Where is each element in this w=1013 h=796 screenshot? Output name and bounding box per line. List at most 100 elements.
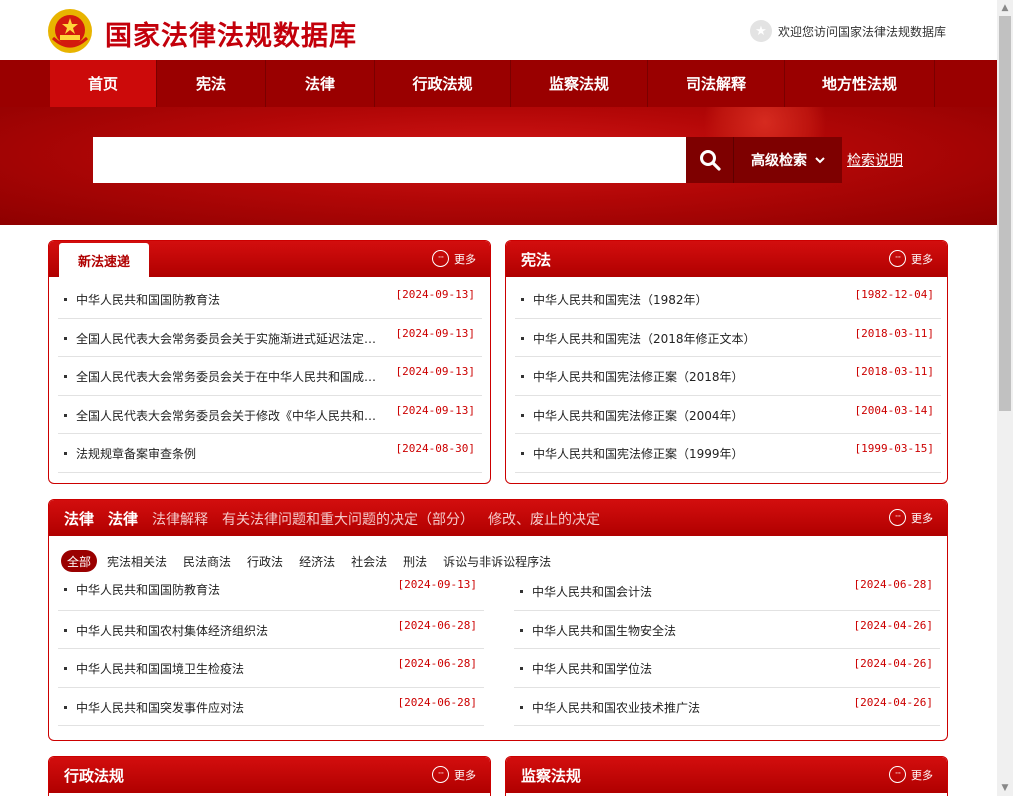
more-link[interactable]: ··· 更多	[432, 250, 476, 267]
scroll-thumb[interactable]	[999, 16, 1011, 411]
new-laws-list: 中华人民共和国国防教育法 [2024-09-13] 全国人民代表大会常务委员会关于…	[58, 280, 482, 473]
item-date: [2024-08-30]	[395, 442, 475, 455]
category-criminal[interactable]: 刑法	[397, 550, 433, 572]
category-civil-commercial[interactable]: 民法商法	[177, 550, 237, 572]
more-label: 更多	[454, 768, 476, 782]
list-item[interactable]: 中华人民共和国国防教育法 [2024-09-13]	[58, 572, 484, 611]
item-title[interactable]: 中华人民共和国宪法修正案（2004年）	[533, 407, 744, 424]
list-item[interactable]: 中华人民共和国宪法修正案（1999年） [1999-03-15]	[515, 434, 941, 473]
new-laws-panel: 新法速递 ··· 更多 中华人民共和国国防教育法 [2024-09-13] 全国人…	[48, 240, 491, 484]
nav-item-judicial-interpretation[interactable]: 司法解释	[648, 60, 785, 107]
item-title[interactable]: 中华人民共和国农村集体经济组织法	[76, 622, 268, 639]
category-constitutional[interactable]: 宪法相关法	[101, 550, 173, 572]
item-title[interactable]: 法规规章备案审查条例	[76, 445, 381, 462]
item-date: [2024-04-26]	[853, 657, 933, 670]
list-item[interactable]: 中华人民共和国国境卫生检疫法 [2024-06-28]	[58, 649, 484, 688]
item-title[interactable]: 中华人民共和国突发事件应对法	[76, 699, 244, 716]
tab-major-decisions[interactable]: 有关法律问题和重大问题的决定（部分）	[222, 509, 474, 529]
list-item[interactable]: 中华人民共和国会计法 [2024-06-28]	[514, 572, 940, 611]
search-banner: 高级检索 检索说明	[0, 107, 997, 225]
category-administrative[interactable]: 行政法	[241, 550, 289, 572]
list-item[interactable]: 全国人民代表大会常务委员会关于实施渐进式延迟法定… [2024-09-13]	[58, 319, 482, 357]
category-economic[interactable]: 经济法	[293, 550, 341, 572]
laws-list-right: 中华人民共和国会计法 [2024-06-28] 中华人民共和国生物安全法 [2024…	[514, 572, 940, 726]
item-title[interactable]: 中华人民共和国国境卫生检疫法	[76, 660, 244, 677]
national-emblem-icon[interactable]	[47, 8, 93, 54]
item-title[interactable]: 中华人民共和国学位法	[532, 660, 652, 677]
list-item[interactable]: 全国人民代表大会常务委员会关于在中华人民共和国成… [2024-09-13]	[58, 357, 482, 396]
tab-laws[interactable]: 法律	[108, 508, 138, 529]
item-date: [2024-09-13]	[395, 403, 475, 417]
tab-law-interpretation[interactable]: 法律解释	[152, 509, 208, 529]
more-link[interactable]: ··· 更多	[432, 766, 476, 783]
panel-title[interactable]: 宪法	[521, 249, 551, 270]
panel-header: 监察法规 ··· 更多	[506, 757, 947, 793]
item-title[interactable]: 中华人民共和国国防教育法	[76, 581, 220, 598]
item-title[interactable]: 全国人民代表大会常务委员会关于在中华人民共和国成…	[76, 368, 381, 385]
item-date: [1982-12-04]	[854, 288, 934, 301]
category-social[interactable]: 社会法	[345, 550, 393, 572]
constitution-panel: 宪法 ··· 更多 中华人民共和国宪法（1982年） [1982-12-04] 中…	[505, 240, 948, 484]
item-title[interactable]: 中华人民共和国宪法修正案（1999年）	[533, 445, 744, 462]
nav-item-supervision-regs[interactable]: 监察法规	[511, 60, 648, 107]
list-item[interactable]: 中华人民共和国国防教育法 [2024-09-13]	[58, 280, 482, 319]
list-item[interactable]: 中华人民共和国农村集体经济组织法 [2024-06-28]	[58, 611, 484, 649]
item-title[interactable]: 中华人民共和国宪法（2018年修正文本）	[533, 330, 756, 347]
laws-panel: 法律 法律 法律解释 有关法律问题和重大问题的决定（部分） 修改、废止的决定 ·…	[48, 499, 948, 741]
more-link[interactable]: ··· 更多	[889, 509, 933, 526]
list-item[interactable]: 中华人民共和国宪法修正案（2004年） [2004-03-14]	[515, 396, 941, 434]
advanced-search-label: 高级检索	[751, 153, 807, 169]
search-help-link[interactable]: 检索说明	[847, 150, 903, 170]
nav-item-constitution[interactable]: 宪法	[157, 60, 266, 107]
item-title[interactable]: 中华人民共和国农业技术推广法	[532, 699, 700, 716]
list-item[interactable]: 法规规章备案审查条例 [2024-08-30]	[58, 434, 482, 473]
panel-title[interactable]: 监察法规	[521, 765, 581, 786]
list-item[interactable]: 中华人民共和国农业技术推广法 [2024-04-26]	[514, 688, 940, 726]
item-title[interactable]: 中华人民共和国生物安全法	[532, 622, 676, 639]
site-title[interactable]: 国家法律法规数据库	[105, 14, 357, 53]
more-link[interactable]: ··· 更多	[889, 250, 933, 267]
item-title[interactable]: 中华人民共和国宪法（1982年）	[533, 291, 708, 308]
nav-item-home[interactable]: 首页	[50, 60, 157, 107]
tab-laws-heading[interactable]: 法律	[64, 508, 94, 529]
list-item[interactable]: 中华人民共和国突发事件应对法 [2024-06-28]	[58, 688, 484, 726]
category-litigation[interactable]: 诉讼与非诉讼程序法	[437, 550, 557, 572]
list-item[interactable]: 中华人民共和国宪法（2018年修正文本） [2018-03-11]	[515, 319, 941, 357]
nav-item-laws[interactable]: 法律	[266, 60, 375, 107]
item-title[interactable]: 中华人民共和国国防教育法	[76, 291, 381, 308]
constitution-list: 中华人民共和国宪法（1982年） [1982-12-04] 中华人民共和国宪法（2…	[515, 280, 941, 473]
more-label: 更多	[911, 511, 933, 525]
item-date: [2024-04-26]	[853, 695, 933, 709]
scroll-up-arrow-icon[interactable]: ▲	[997, 0, 1013, 16]
search-button[interactable]	[686, 137, 733, 183]
nav-item-local-regs[interactable]: 地方性法规	[785, 60, 935, 107]
nav-item-admin-regs[interactable]: 行政法规	[375, 60, 511, 107]
panel-header: 法律 法律 法律解释 有关法律问题和重大问题的决定（部分） 修改、废止的决定 ·…	[49, 500, 947, 536]
list-item[interactable]: 中华人民共和国宪法修正案（2018年） [2018-03-11]	[515, 357, 941, 396]
list-item[interactable]: 全国人民代表大会常务委员会关于修改《中华人民共和… [2024-09-13]	[58, 396, 482, 434]
panel-header: 新法速递 ··· 更多	[49, 241, 490, 277]
vertical-scrollbar[interactable]: ▲ ▼	[997, 0, 1013, 796]
tab-amend-repeal-decisions[interactable]: 修改、废止的决定	[488, 509, 600, 529]
welcome-message: ★ 欢迎您访问国家法律法规数据库	[750, 20, 946, 42]
more-link[interactable]: ··· 更多	[889, 766, 933, 783]
item-date: [2024-09-13]	[395, 365, 475, 378]
more-dots-icon: ···	[889, 509, 906, 526]
item-title[interactable]: 全国人民代表大会常务委员会关于实施渐进式延迟法定…	[76, 330, 381, 347]
search-input[interactable]	[93, 137, 686, 183]
list-item[interactable]: 中华人民共和国宪法（1982年） [1982-12-04]	[515, 280, 941, 319]
item-title[interactable]: 中华人民共和国会计法	[532, 583, 652, 600]
tab-new-laws[interactable]: 新法速递	[59, 243, 149, 277]
item-date: [2018-03-11]	[854, 365, 934, 378]
advanced-search-button[interactable]: 高级检索	[733, 137, 842, 183]
list-item[interactable]: 中华人民共和国生物安全法 [2024-04-26]	[514, 611, 940, 649]
item-title[interactable]: 中华人民共和国宪法修正案（2018年）	[533, 368, 744, 385]
category-all[interactable]: 全部	[61, 550, 98, 572]
panel-title[interactable]: 行政法规	[64, 765, 124, 786]
list-item[interactable]: 中华人民共和国学位法 [2024-04-26]	[514, 649, 940, 688]
item-date: [2018-03-11]	[854, 326, 934, 340]
item-date: [2024-09-13]	[395, 288, 475, 301]
scroll-down-arrow-icon[interactable]: ▼	[997, 780, 1013, 796]
item-title[interactable]: 全国人民代表大会常务委员会关于修改《中华人民共和…	[76, 407, 381, 424]
item-date: [2024-06-28]	[397, 657, 477, 670]
